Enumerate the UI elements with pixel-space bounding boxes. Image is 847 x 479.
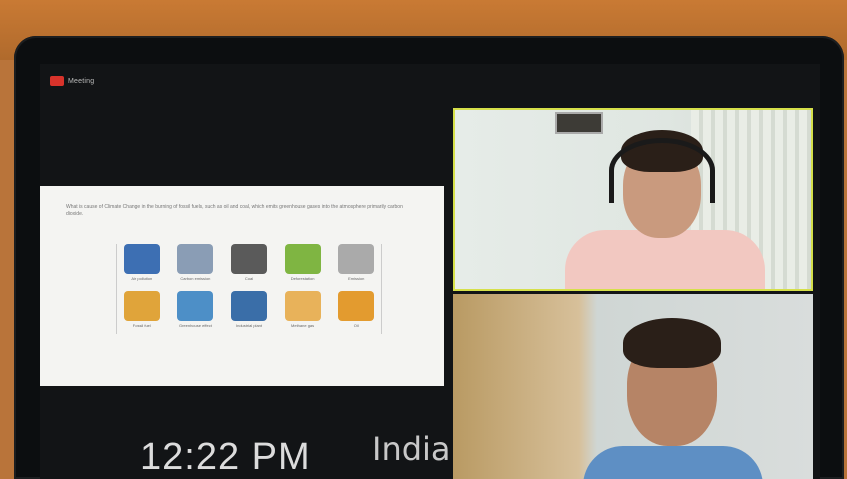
hair xyxy=(623,318,721,368)
cloud-icon xyxy=(177,244,214,274)
slide-icon-cell: Air pollution xyxy=(117,244,167,287)
slide-icon-cell: Methane gas xyxy=(278,291,328,334)
icon-label: Emission xyxy=(348,276,365,281)
recording-icon xyxy=(50,76,64,86)
time-overlay: 12:22 PM xyxy=(140,436,311,478)
slide-icon-cell: Coal xyxy=(224,244,274,287)
icon-label: Fossil fuel xyxy=(132,323,151,328)
participant-video-tile[interactable] xyxy=(453,108,813,291)
participant-1 xyxy=(565,120,765,289)
tree-icon xyxy=(284,244,321,274)
air-pollution-icon xyxy=(123,244,160,274)
slide-icon-cell: Oil xyxy=(331,291,381,334)
globe-icon xyxy=(177,291,214,321)
meeting-indicator[interactable]: Meeting xyxy=(50,74,94,88)
icon-label: Industrial plant xyxy=(235,323,262,328)
icon-label: Methane gas xyxy=(291,323,315,328)
participant-2 xyxy=(573,306,773,479)
factory-icon xyxy=(230,291,267,321)
slide-icon-cell: Fossil fuel xyxy=(117,291,167,334)
shirt xyxy=(565,230,765,289)
slide-icon-cell: Greenhouse effect xyxy=(171,291,221,334)
icon-label: Coal xyxy=(244,276,254,281)
coal-icon xyxy=(230,244,267,274)
gas-icon xyxy=(284,291,321,321)
fuel-can-icon xyxy=(123,291,160,321)
icon-label: Air pollution xyxy=(131,276,153,281)
slide-caption: What is cause of Climate Change in the b… xyxy=(66,204,403,217)
meeting-screen: Meeting What is cause of Climate Change … xyxy=(40,64,820,479)
slide-icon-cell: Deforestation xyxy=(278,244,328,287)
icon-label: Oil xyxy=(353,323,359,328)
country-overlay: India xyxy=(372,430,451,468)
meeting-label: Meeting xyxy=(68,77,95,85)
icon-label: Greenhouse effect xyxy=(178,323,212,328)
icon-label: Carbon emission xyxy=(180,276,211,281)
shirt xyxy=(583,446,763,479)
slide-icon-cell: Industrial plant xyxy=(224,291,274,334)
smoke-icon xyxy=(338,244,375,274)
participant-video-tile[interactable] xyxy=(453,294,813,479)
slide-icon-cell: Emission xyxy=(331,244,381,287)
headphones-icon xyxy=(609,138,715,203)
icon-label: Deforestation xyxy=(290,276,315,281)
oil-barrel-icon xyxy=(338,291,375,321)
shared-slide: What is cause of Climate Change in the b… xyxy=(40,186,444,386)
slide-icon-grid: Air pollution Carbon emission Coal Defor… xyxy=(116,244,382,334)
slide-icon-cell: Carbon emission xyxy=(171,244,221,287)
